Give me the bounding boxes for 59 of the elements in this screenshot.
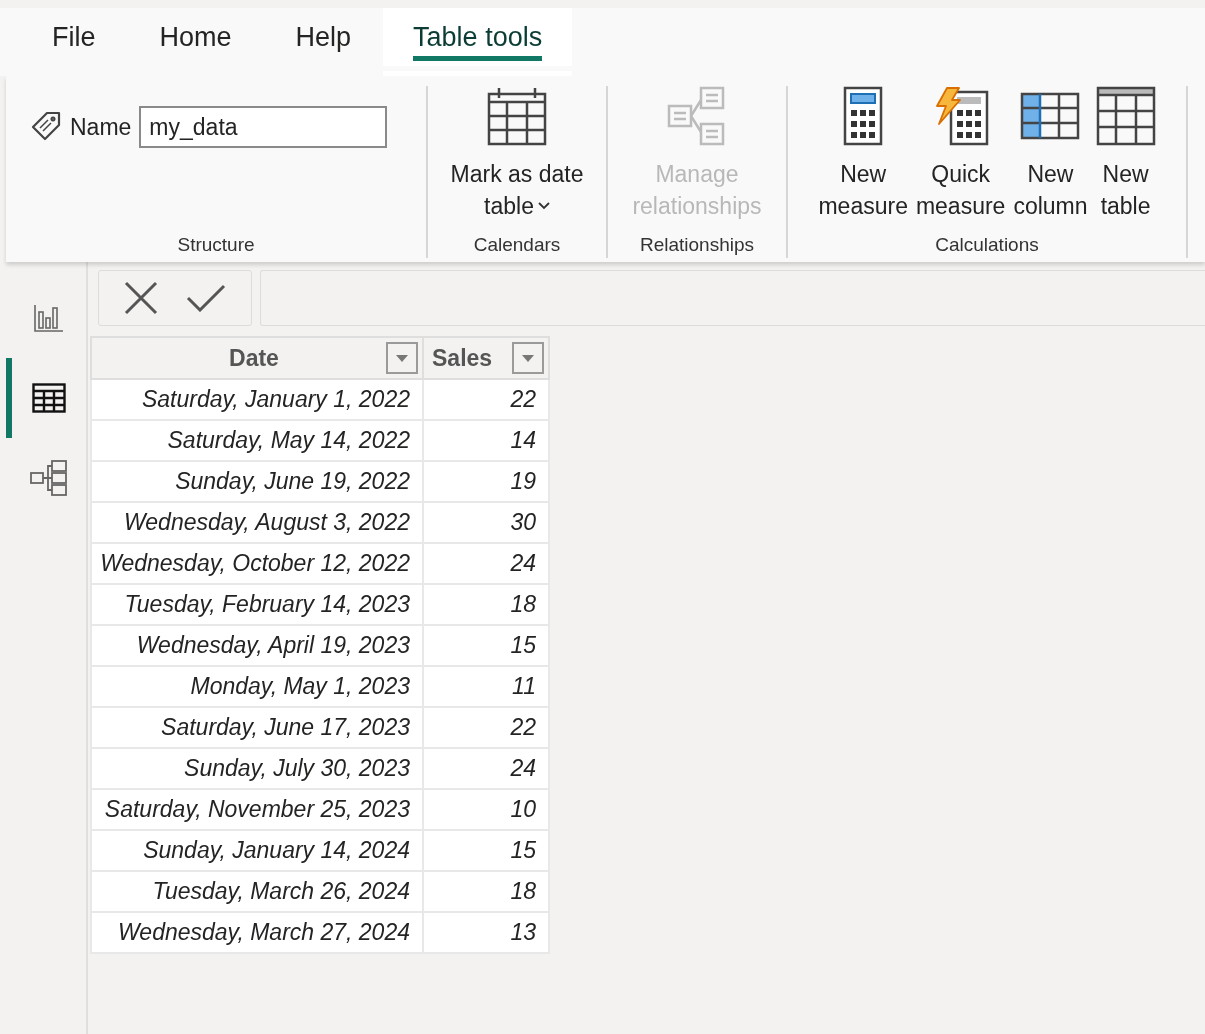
table-cell: Sunday, July 30, 2023 (91, 748, 423, 789)
ribbon-tab[interactable]: Table tools (383, 8, 573, 76)
name-field[interactable]: my_data (139, 106, 388, 148)
filter-dropdown-button[interactable] (512, 342, 544, 374)
table-cell: Wednesday, August 3, 2022 (91, 502, 423, 543)
column-header-label: Sales (432, 344, 494, 372)
new-measure-button[interactable]: New measure (814, 86, 912, 222)
table-cell: Wednesday, March 27, 2024 (91, 912, 423, 953)
calculator-icon (843, 86, 884, 146)
quick-measure-button[interactable]: Quick measure (911, 86, 1010, 222)
table-cell: 15 (423, 625, 549, 666)
check-icon[interactable] (186, 284, 226, 312)
caret-icon (522, 354, 534, 362)
table-cell: Saturday, January 1, 2022 (91, 379, 423, 420)
table-cell: Wednesday, October 12, 2022 (91, 543, 423, 584)
table-cell: 11 (423, 666, 549, 707)
table-cell: 30 (423, 502, 549, 543)
column-header-label: Date (228, 344, 280, 372)
table-cell: Saturday, June 17, 2023 (91, 707, 423, 748)
group-label: Structure (176, 234, 256, 257)
tag-icon (30, 111, 62, 143)
mark-as-date-table-button[interactable]: Mark as date table (446, 86, 588, 222)
table-cell: 18 (423, 584, 549, 625)
ribbon-tab[interactable]: Help (261, 8, 384, 76)
filter-dropdown-button[interactable] (386, 342, 418, 374)
close-icon[interactable] (124, 281, 158, 315)
table-icon (1095, 86, 1156, 146)
ribbon-tab[interactable]: File (8, 8, 132, 76)
table-cell: Sunday, January 14, 2024 (91, 830, 423, 871)
table-cell: 14 (423, 420, 549, 461)
table-cell: 18 (423, 871, 549, 912)
table-cell: Monday, May 1, 2023 (91, 666, 423, 707)
table-cell: 13 (423, 912, 549, 953)
table-cell: Saturday, May 14, 2022 (91, 420, 423, 461)
new-table-button[interactable]: New table (1091, 86, 1160, 222)
ribbon-tab[interactable]: Home (131, 8, 262, 76)
table-cell: Wednesday, April 19, 2023 (91, 625, 423, 666)
table-cell: Sunday, June 19, 2022 (91, 461, 423, 502)
table-cell: 24 (423, 748, 549, 789)
name-label: Name (70, 113, 132, 141)
group-label: Calendars (472, 234, 562, 257)
table-cell: Tuesday, February 14, 2023 (91, 584, 423, 625)
table-cell: 10 (423, 789, 549, 830)
table-cell: 24 (423, 543, 549, 584)
relationships-icon (667, 86, 727, 146)
table-cell: Saturday, November 25, 2023 (91, 789, 423, 830)
model-icon (30, 459, 68, 497)
group-label: Relationships (638, 234, 756, 257)
caret-icon (396, 354, 408, 362)
calendar-icon (487, 86, 547, 146)
table-cell: 19 (423, 461, 549, 502)
bar-chart-icon (34, 304, 64, 332)
table-cell: 22 (423, 707, 549, 748)
table-cell: 15 (423, 830, 549, 871)
table-icon (32, 383, 66, 413)
table-cell: Tuesday, March 26, 2024 (91, 871, 423, 912)
table-cell: 22 (423, 379, 549, 420)
group-label: Calculations (934, 234, 1040, 257)
new-column-button[interactable]: New column (1009, 86, 1092, 222)
